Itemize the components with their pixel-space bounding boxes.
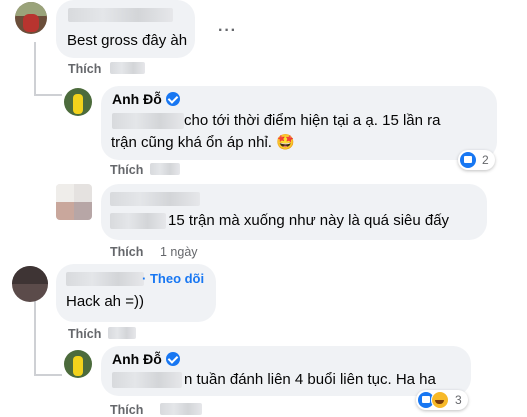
haha-reaction-icon xyxy=(431,391,449,409)
like-button[interactable]: Thích xyxy=(110,245,143,259)
avatar[interactable] xyxy=(64,88,92,116)
blurred-meta xyxy=(160,403,202,415)
blurred-meta xyxy=(150,163,180,175)
avatar[interactable] xyxy=(12,266,48,302)
follow-link[interactable]: · Theo dõi xyxy=(142,271,204,286)
like-reaction-icon xyxy=(460,152,476,168)
like-button[interactable]: Thích xyxy=(110,163,143,177)
comment-text: Hack ah =)) xyxy=(66,293,144,310)
more-options-button[interactable]: ··· xyxy=(218,22,237,40)
blurred-meta xyxy=(108,327,136,339)
author-name[interactable]: Anh Đỗ xyxy=(112,351,180,367)
thread-line xyxy=(34,42,36,96)
reply-text: n tuần đánh liên 4 buổi liên tục. Ha ha xyxy=(184,371,436,388)
reaction-count[interactable]: 2 xyxy=(458,150,495,170)
blurred-name xyxy=(110,192,200,206)
thread-line xyxy=(34,94,62,96)
reaction-count[interactable]: 3 xyxy=(416,390,468,410)
author-name[interactable]: Anh Đỗ xyxy=(112,91,180,107)
blurred-meta xyxy=(110,62,145,74)
like-button[interactable]: Thích xyxy=(68,327,101,341)
blurred-tag xyxy=(112,113,184,129)
like-button[interactable]: Thích xyxy=(110,403,143,417)
blurred-tag xyxy=(112,372,182,388)
avatar[interactable] xyxy=(15,2,47,34)
verified-badge-icon xyxy=(165,352,180,366)
reply-text-line2: trận cũng khá ổn áp nhỉ. 🤩 xyxy=(111,134,295,151)
blurred-name xyxy=(68,8,173,22)
timestamp[interactable]: 1 ngày xyxy=(160,245,198,259)
verified-badge-icon xyxy=(165,92,180,106)
thread-line xyxy=(34,298,36,376)
reply-text: 15 trận mà xuống như này là quá siêu đấy xyxy=(168,212,450,229)
comment-text: Best gross đây àh xyxy=(67,32,188,49)
avatar[interactable] xyxy=(64,350,92,378)
avatar[interactable] xyxy=(56,184,92,220)
like-button[interactable]: Thích xyxy=(68,62,101,76)
reply-text-line1: cho tới thời điểm hiện tại a ạ. 15 lần r… xyxy=(184,112,441,129)
blurred-name xyxy=(66,272,144,286)
blurred-tag xyxy=(110,213,166,229)
thread-line xyxy=(34,374,62,376)
